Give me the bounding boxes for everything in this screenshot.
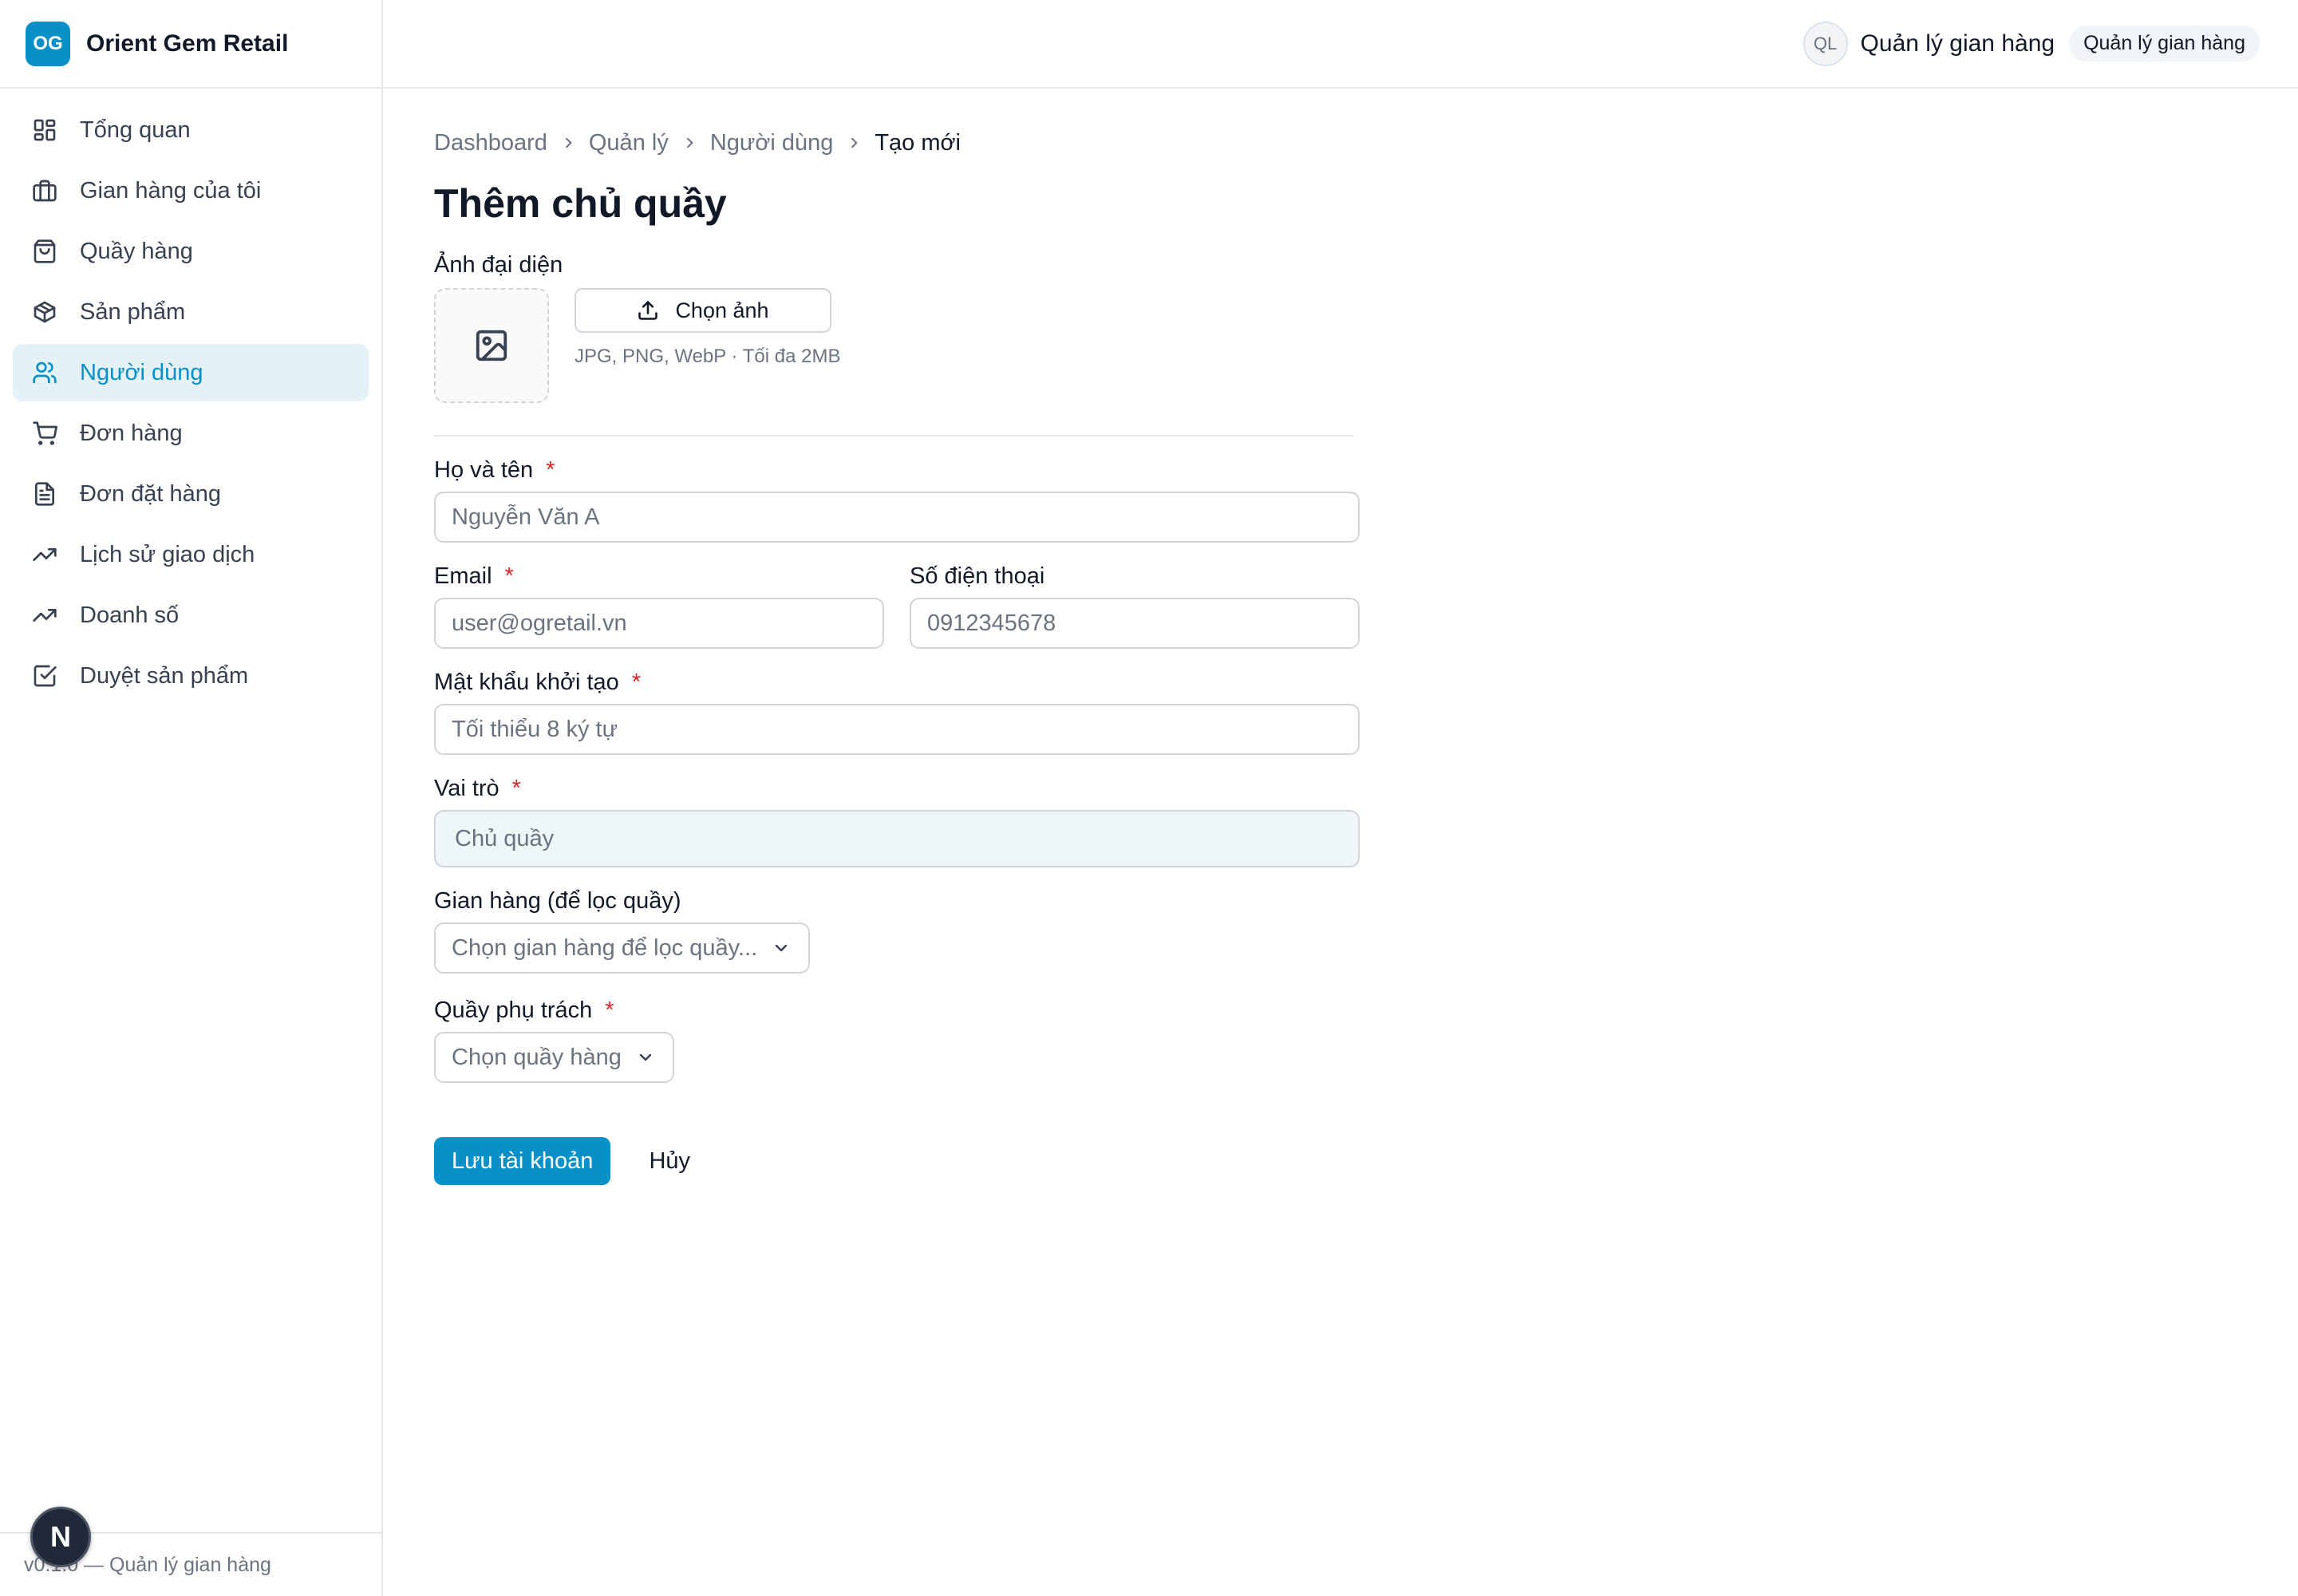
- chevron-down-icon: [776, 944, 788, 952]
- sidebar-item-purchase-orders[interactable]: Đơn đặt hàng: [13, 465, 369, 523]
- sidebar-item-overview[interactable]: Tổng quan: [13, 101, 369, 159]
- sidebar-item-label: Lịch sử giao dịch: [80, 541, 255, 567]
- avatar-label: Ảnh đại diện: [434, 252, 563, 278]
- chevron-right-icon: [686, 137, 693, 148]
- sidebar-item-product-approval[interactable]: Duyệt sản phẩm: [13, 647, 369, 705]
- counter-select[interactable]: Chọn quầy hàng: [434, 1032, 674, 1083]
- main-content: Dashboard Quản lý Người dùng Tạo mới Thê…: [434, 120, 1360, 1185]
- full-name-label: Họ và tên: [434, 457, 534, 483]
- avatar[interactable]: QL: [1802, 21, 1848, 66]
- sidebar-item-orders[interactable]: Đơn hàng: [13, 405, 369, 462]
- breadcrumb-users[interactable]: Người dùng: [710, 130, 834, 156]
- phone-field: Số điện thoại 0912345678: [910, 563, 1360, 649]
- sidebar-item-label: Đơn hàng: [80, 420, 183, 446]
- store-filter-placeholder: Chọn gian hàng để lọc quầy...: [452, 934, 758, 961]
- sidebar-item-label: Doanh số: [80, 602, 180, 628]
- counter-placeholder: Chọn quầy hàng: [452, 1044, 622, 1070]
- counter-field: Quầy phụ trách * Chọn quầy hàng: [434, 998, 1360, 1083]
- breadcrumb: Dashboard Quản lý Người dùng Tạo mới: [434, 120, 1360, 166]
- trending-up-icon: [33, 548, 57, 561]
- email-label: Email: [434, 563, 492, 589]
- cart-icon: [33, 421, 57, 445]
- top-header: QL Quản lý gian hàng Quản lý gian hàng: [383, 0, 2298, 89]
- required-marker: *: [511, 776, 521, 801]
- breadcrumb-dashboard[interactable]: Dashboard: [434, 130, 547, 156]
- store-filter-select[interactable]: Chọn gian hàng để lọc quầy...: [434, 922, 811, 974]
- password-label: Mật khẩu khởi tạo: [434, 670, 619, 695]
- password-input[interactable]: Tối thiểu 8 ký tự: [434, 704, 1360, 755]
- brand-name: Orient Gem Retail: [86, 30, 289, 57]
- sidebar-item-sales[interactable]: Doanh số: [13, 587, 369, 644]
- required-marker: *: [631, 670, 642, 695]
- breadcrumb-management[interactable]: Quản lý: [589, 130, 669, 156]
- role-field: Vai trò * Chủ quầy: [434, 776, 1360, 867]
- sidebar-item-label: Quầy hàng: [80, 238, 193, 264]
- sidebar-item-transaction-history[interactable]: Lịch sử giao dịch: [13, 526, 369, 583]
- brand-logo: OG: [26, 21, 70, 66]
- chevron-right-icon: [851, 137, 859, 148]
- role-badge: Quản lý gian hàng: [2069, 26, 2260, 61]
- shopping-bag-icon: [34, 239, 56, 263]
- full-name-field: Họ và tên * Nguyễn Văn A: [434, 457, 1360, 543]
- breadcrumb-current: Tạo mới: [875, 129, 961, 156]
- sidebar-item-label: Tổng quan: [80, 117, 191, 143]
- dev-tools-badge[interactable]: N: [30, 1507, 91, 1567]
- sidebar-item-label: Đơn đặt hàng: [80, 480, 222, 507]
- divider: [434, 435, 1353, 437]
- required-marker: *: [605, 998, 614, 1023]
- dashboard-icon: [34, 119, 56, 141]
- sidebar-item-label: Sản phẩm: [80, 298, 186, 325]
- avatar-upload-section: Ảnh đại diện Chọn ảnh JPG, PNG, WebP · T…: [434, 252, 1360, 403]
- sidebar-item-label: Người dùng: [80, 359, 203, 385]
- phone-input[interactable]: 0912345678: [910, 598, 1360, 649]
- form-actions: Lưu tài khoản Hủy: [434, 1137, 1360, 1185]
- trending-up-icon: [33, 609, 57, 622]
- role-label: Vai trò: [434, 776, 499, 801]
- cancel-button[interactable]: Hủy: [649, 1148, 690, 1175]
- package-icon: [34, 301, 56, 323]
- briefcase-icon: [33, 180, 57, 202]
- upload-hint: JPG, PNG, WebP · Tối đa 2MB: [574, 346, 841, 367]
- choose-image-label: Chọn ảnh: [675, 298, 769, 322]
- user-name: Quản lý gian hàng: [1860, 30, 2055, 57]
- save-account-button[interactable]: Lưu tài khoản: [434, 1137, 611, 1185]
- file-text-icon: [35, 482, 54, 506]
- store-filter-field: Gian hàng (để lọc quầy) Chọn gian hàng đ…: [434, 888, 1360, 974]
- brand[interactable]: OG Orient Gem Retail: [0, 0, 381, 89]
- role-input: Chủ quầy: [434, 810, 1360, 867]
- required-marker: *: [546, 457, 555, 483]
- users-icon: [33, 361, 57, 384]
- email-field: Email * user@ogretail.vn: [434, 563, 884, 649]
- choose-image-button[interactable]: Chọn ảnh: [574, 288, 831, 333]
- sidebar-nav: Tổng quan Gian hàng của tôi Quầy hàng Sả…: [0, 89, 381, 721]
- avatar-preview[interactable]: [434, 288, 549, 403]
- upload-icon: [638, 301, 658, 320]
- sidebar-item-my-stores[interactable]: Gian hàng của tôi: [13, 162, 369, 219]
- counter-label: Quầy phụ trách: [434, 998, 593, 1023]
- required-marker: *: [504, 563, 514, 589]
- sidebar-item-products[interactable]: Sản phẩm: [13, 283, 369, 341]
- chevron-down-icon: [639, 1053, 652, 1061]
- sidebar-item-users[interactable]: Người dùng: [13, 344, 369, 401]
- sidebar-item-counters[interactable]: Quầy hàng: [13, 223, 369, 280]
- full-name-input[interactable]: Nguyễn Văn A: [434, 492, 1360, 543]
- image-icon: [476, 330, 507, 361]
- store-filter-label: Gian hàng (để lọc quầy): [434, 888, 681, 914]
- phone-label: Số điện thoại: [910, 563, 1045, 589]
- page-title: Thêm chủ quầy: [434, 181, 727, 226]
- sidebar-item-label: Duyệt sản phẩm: [80, 662, 249, 689]
- sidebar: OG Orient Gem Retail Tổng quan Gian hàng…: [0, 0, 383, 1596]
- password-field: Mật khẩu khởi tạo * Tối thiểu 8 ký tự: [434, 670, 1360, 755]
- check-square-icon: [34, 665, 57, 687]
- sidebar-item-label: Gian hàng của tôi: [80, 177, 262, 203]
- chevron-right-icon: [565, 137, 572, 148]
- email-input[interactable]: user@ogretail.vn: [434, 598, 884, 649]
